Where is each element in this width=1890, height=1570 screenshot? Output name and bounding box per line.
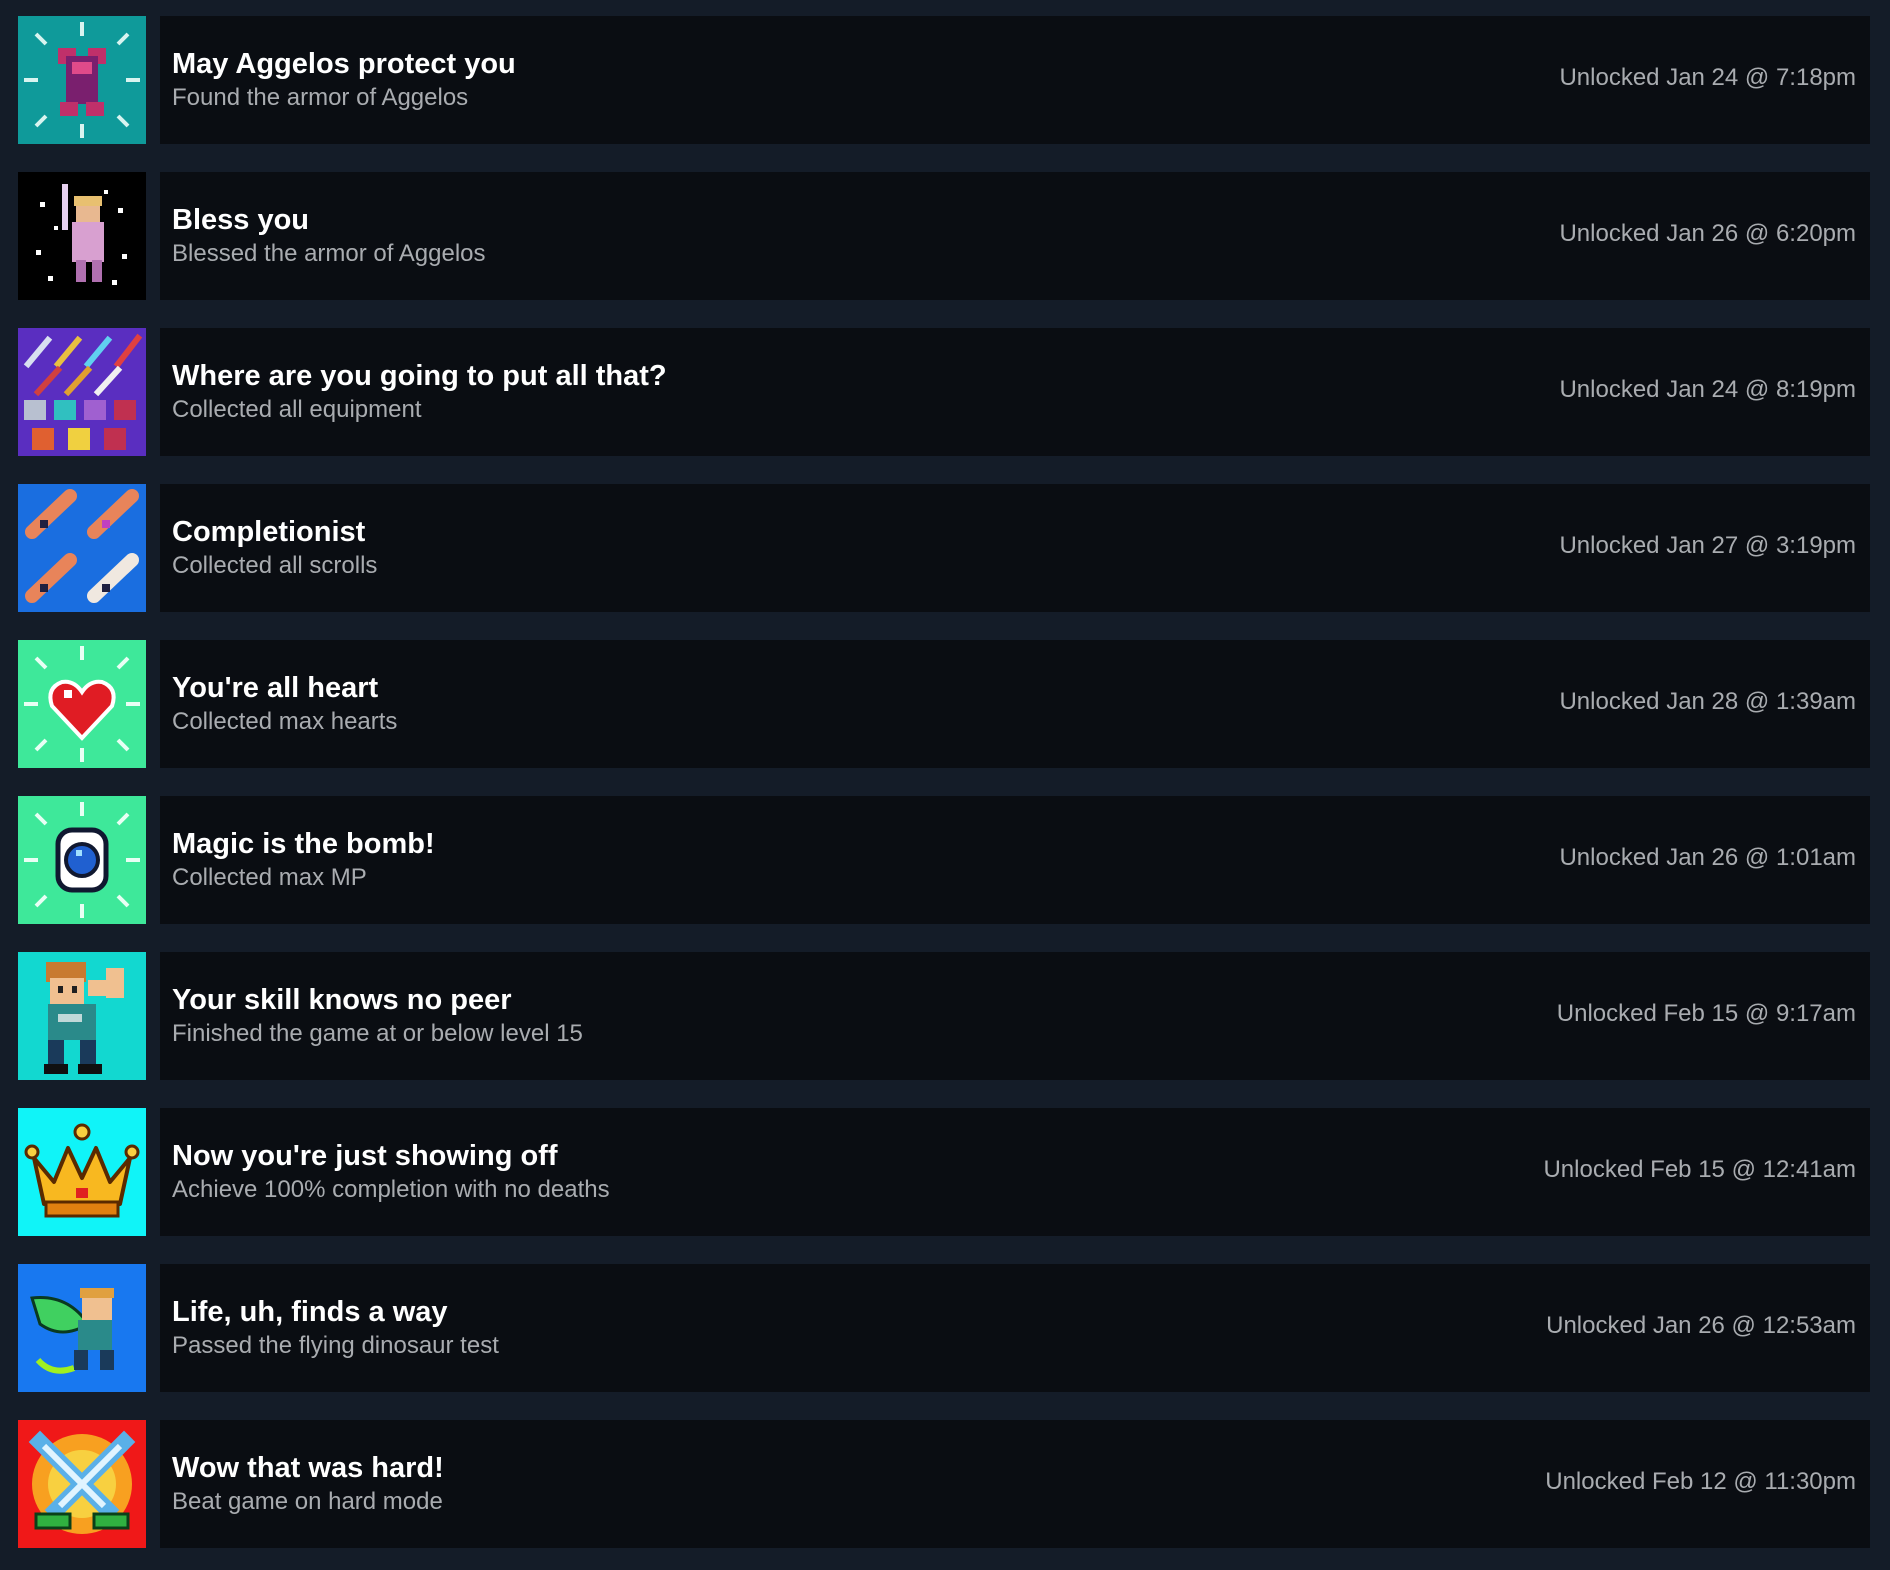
scrolls-icon [18,484,146,612]
achievement-description: Collected max MP [172,864,367,891]
achievement-row[interactable]: Completionist Collected all scrolls Unlo… [18,484,1870,612]
achievement-title: Magic is the bomb! [172,828,435,860]
achievement-description: Achieve 100% completion with no deaths [172,1176,610,1203]
achievement-panel: Your skill knows no peer Finished the ga… [160,952,1870,1080]
magic-orb-icon [18,796,146,924]
unlock-date: Unlocked Jan 26 @ 1:01am [1559,844,1856,871]
achievement-panel: Bless you Blessed the armor of Aggelos U… [160,172,1870,300]
achievement-description: Collected all scrolls [172,552,378,579]
achievement-panel: You're all heart Collected max hearts Un… [160,640,1870,768]
achievement-panel: Magic is the bomb! Collected max MP Unlo… [160,796,1870,924]
achievement-description: Collected max hearts [172,708,398,735]
achievement-row[interactable]: Now you're just showing off Achieve 100%… [18,1108,1870,1236]
heart-icon [18,640,146,768]
achievement-panel: May Aggelos protect you Found the armor … [160,16,1870,144]
achievement-title: Where are you going to put all that? [172,360,667,392]
equipment-icon [18,328,146,456]
achievement-row[interactable]: Magic is the bomb! Collected max MP Unlo… [18,796,1870,924]
achievement-panel: Life, uh, finds a way Passed the flying … [160,1264,1870,1392]
unlock-date: Unlocked Jan 24 @ 7:18pm [1559,64,1856,91]
achievement-description: Found the armor of Aggelos [172,84,469,111]
unlock-date: Unlocked Jan 27 @ 3:19pm [1559,532,1856,559]
unlock-date: Unlocked Jan 24 @ 8:19pm [1559,376,1856,403]
crossed-swords-icon [18,1420,146,1548]
achievement-row[interactable]: Bless you Blessed the armor of Aggelos U… [18,172,1870,300]
achievement-title: May Aggelos protect you [172,48,516,80]
unlock-date: Unlocked Feb 15 @ 9:17am [1556,1000,1856,1027]
flying-hero-icon [18,1264,146,1392]
unlock-date: Unlocked Jan 26 @ 6:20pm [1559,220,1856,247]
achievement-title: Completionist [172,516,366,548]
achievement-row[interactable]: You're all heart Collected max hearts Un… [18,640,1870,768]
achievement-panel: Where are you going to put all that? Col… [160,328,1870,456]
blessed-hero-icon [18,172,146,300]
achievement-title: Wow that was hard! [172,1452,444,1484]
unlock-date: Unlocked Jan 26 @ 12:53am [1546,1312,1856,1339]
achievement-panel: Now you're just showing off Achieve 100%… [160,1108,1870,1236]
achievement-panel: Wow that was hard! Beat game on hard mod… [160,1420,1870,1548]
armor-icon [18,16,146,144]
achievement-row[interactable]: Life, uh, finds a way Passed the flying … [18,1264,1870,1392]
achievement-description: Finished the game at or below level 15 [172,1020,583,1047]
flexing-hero-icon [18,952,146,1080]
crown-icon [18,1108,146,1236]
achievement-row[interactable]: Where are you going to put all that? Col… [18,328,1870,456]
unlock-date: Unlocked Feb 12 @ 11:30pm [1545,1468,1856,1495]
achievement-row[interactable]: Wow that was hard! Beat game on hard mod… [18,1420,1870,1548]
achievement-description: Beat game on hard mode [172,1488,443,1515]
unlock-date: Unlocked Jan 28 @ 1:39am [1559,688,1856,715]
achievement-row[interactable]: May Aggelos protect you Found the armor … [18,16,1870,144]
achievement-list: May Aggelos protect you Found the armor … [0,0,1890,1570]
achievement-description: Blessed the armor of Aggelos [172,240,486,267]
achievement-description: Collected all equipment [172,396,422,423]
unlock-date: Unlocked Feb 15 @ 12:41am [1543,1156,1856,1183]
achievement-description: Passed the flying dinosaur test [172,1332,499,1359]
achievement-row[interactable]: Your skill knows no peer Finished the ga… [18,952,1870,1080]
achievement-title: You're all heart [172,672,379,704]
achievement-panel: Completionist Collected all scrolls Unlo… [160,484,1870,612]
achievement-title: Life, uh, finds a way [172,1296,448,1328]
achievement-title: Now you're just showing off [172,1140,558,1172]
achievement-title: Your skill knows no peer [172,984,512,1016]
achievement-title: Bless you [172,204,309,236]
